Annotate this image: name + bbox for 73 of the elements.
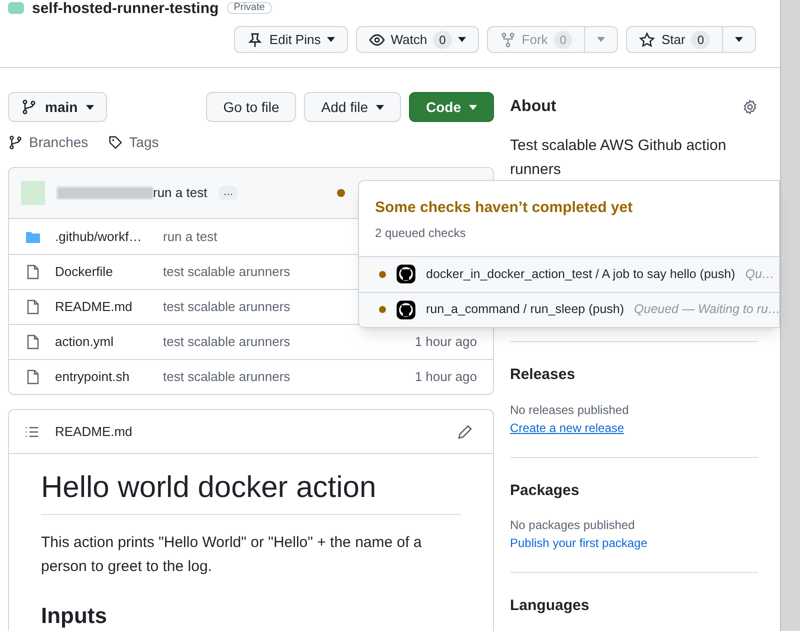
check-status: Queued — Waiting to ru… xyxy=(634,301,779,318)
commit-message-link[interactable]: test scalable arunners xyxy=(163,297,290,317)
section-link[interactable]: Create a new release xyxy=(510,418,624,436)
file-name-link[interactable]: Dockerfile xyxy=(55,262,163,282)
readme-filename: README.md xyxy=(55,422,132,441)
caret-icon xyxy=(735,37,743,42)
visibility-label: Private xyxy=(226,2,272,14)
counter-label: 0 xyxy=(691,30,710,48)
section-title: Packages xyxy=(510,480,580,500)
branch-selector[interactable]: main xyxy=(8,92,107,122)
outline-icon xyxy=(25,424,39,438)
caret-icon xyxy=(458,37,466,42)
section-note: No releases published xyxy=(510,402,630,418)
file-icon xyxy=(25,264,41,280)
caret-icon xyxy=(597,37,606,42)
expand-button[interactable]: … xyxy=(219,186,238,200)
about-description: Test scalable AWS Github action runners xyxy=(510,136,728,180)
checks-summary: 2 queued checks xyxy=(375,224,466,242)
tag-icon xyxy=(108,135,124,150)
code-button[interactable]: Code xyxy=(409,92,494,122)
caret-icon xyxy=(469,104,477,110)
check-name-link[interactable]: docker_in_docker_action_test / A job to say hello (push) xyxy=(426,264,736,284)
file-name-link[interactable]: entrypoint.sh xyxy=(55,367,163,387)
star-icon xyxy=(639,32,656,48)
scrollbar[interactable] xyxy=(780,0,800,631)
branch-icon xyxy=(8,135,23,150)
caret-icon xyxy=(326,37,335,42)
section-title: Languages xyxy=(510,596,590,616)
tags-link[interactable]: Tags xyxy=(108,132,159,153)
counter-label: 0 xyxy=(433,30,452,48)
check-name-link[interactable]: run_a_command / run_sleep (push) xyxy=(426,300,624,319)
caret-icon xyxy=(376,104,384,110)
about-title: About xyxy=(510,97,556,117)
commit-message-link[interactable]: test scalable arunners xyxy=(163,262,290,282)
commit-time: 1 hour ago xyxy=(414,368,477,386)
commit-message-link[interactable]: test scalable arunners xyxy=(163,367,290,387)
caret-icon xyxy=(86,104,94,110)
octocat-icon xyxy=(396,300,416,320)
checks-title: Some checks haven’t completed yet xyxy=(375,198,633,218)
octocat-icon xyxy=(396,264,416,284)
branches-link[interactable]: Branches xyxy=(8,132,88,153)
settings-button[interactable] xyxy=(742,99,758,115)
pin-button[interactable]: Edit Pins xyxy=(235,27,347,52)
settings-icon xyxy=(742,99,758,115)
eye-icon xyxy=(368,32,385,48)
repo-title[interactable]: self-hosted-runner-testing xyxy=(32,0,219,16)
section-link[interactable]: Publish your first package xyxy=(510,534,648,552)
go-to-file-button[interactable]: Go to file xyxy=(206,92,296,122)
fork-icon xyxy=(500,32,516,48)
readme-heading: Hello world docker action xyxy=(41,468,461,515)
file-name-link[interactable]: action.yml xyxy=(55,332,163,352)
readme-paragraph: This action prints "Hello World" or "Hello" + the name of a person to greet to the log. xyxy=(41,533,423,577)
watch-button[interactable]: Watch 0 xyxy=(356,27,478,52)
file-icon xyxy=(25,369,41,385)
avatar-placeholder xyxy=(21,181,45,205)
file-icon xyxy=(25,334,41,350)
commit-message[interactable]: run a test xyxy=(153,183,208,203)
commit-message-link[interactable]: test scalable arunners xyxy=(163,332,290,352)
branch-icon xyxy=(21,99,37,115)
pin-icon xyxy=(247,32,264,48)
check-status: Qu… xyxy=(745,266,774,283)
counter-label: 0 xyxy=(554,30,572,48)
section-note: No packages published xyxy=(510,517,636,534)
file-name-link[interactable]: .github/workf… xyxy=(55,226,163,246)
section-title: Releases xyxy=(510,365,576,385)
readme-subheading: Inputs xyxy=(41,602,108,630)
pencil-icon xyxy=(457,424,473,440)
file-name-link[interactable]: README.md xyxy=(55,297,163,317)
commit-message-link[interactable]: run a test xyxy=(163,226,218,246)
commit-time: 1 hour ago xyxy=(414,333,477,352)
file-icon xyxy=(25,299,41,315)
add-file-button[interactable]: Add file xyxy=(304,92,401,122)
repo-icon xyxy=(8,2,24,14)
